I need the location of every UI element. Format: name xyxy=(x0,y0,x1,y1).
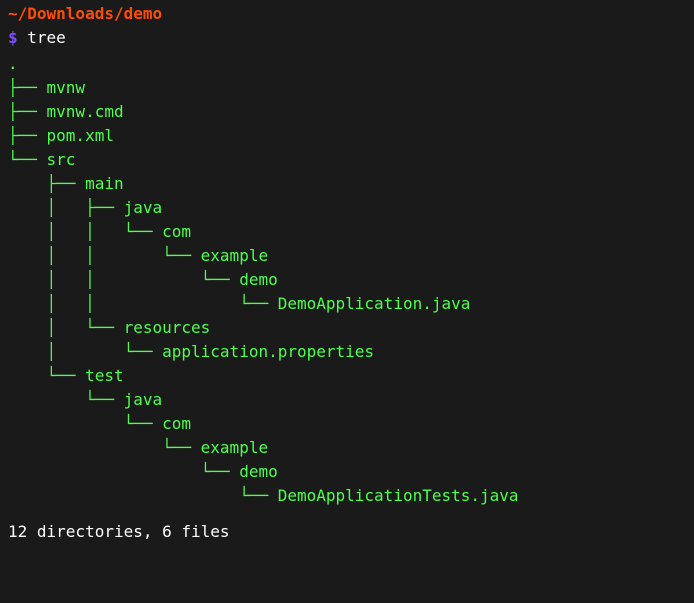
tree-line: └── DemoApplicationTests.java xyxy=(8,484,686,508)
tree-line: └── test xyxy=(8,364,686,388)
tree-line: │ │ └── demo xyxy=(8,268,686,292)
tree-line: ├── pom.xml xyxy=(8,124,686,148)
tree-line: ├── mvnw.cmd xyxy=(8,100,686,124)
tree-line: . xyxy=(8,52,686,76)
tree-line: ├── main xyxy=(8,172,686,196)
tree-line: │ └── application.properties xyxy=(8,340,686,364)
tree-line: │ │ └── DemoApplication.java xyxy=(8,292,686,316)
command-text: tree xyxy=(27,28,66,47)
prompt-symbol: $ xyxy=(8,28,18,47)
tree-line: │ │ └── example xyxy=(8,244,686,268)
tree-line: └── demo xyxy=(8,460,686,484)
tree-line: └── java xyxy=(8,388,686,412)
tree-line: │ └── resources xyxy=(8,316,686,340)
cwd-line: ~/Downloads/demo xyxy=(8,2,686,26)
tree-line: └── src xyxy=(8,148,686,172)
prompt-line: $ tree xyxy=(8,26,686,50)
tree-summary: 12 directories, 6 files xyxy=(8,520,686,544)
tree-line: │ │ └── com xyxy=(8,220,686,244)
tree-line: ├── mvnw xyxy=(8,76,686,100)
tree-output: . ├── mvnw ├── mvnw.cmd ├── pom.xml └── … xyxy=(8,52,686,508)
tree-line: │ ├── java xyxy=(8,196,686,220)
tree-line: └── com xyxy=(8,412,686,436)
tree-line: └── example xyxy=(8,436,686,460)
current-directory: ~/Downloads/demo xyxy=(8,4,162,23)
